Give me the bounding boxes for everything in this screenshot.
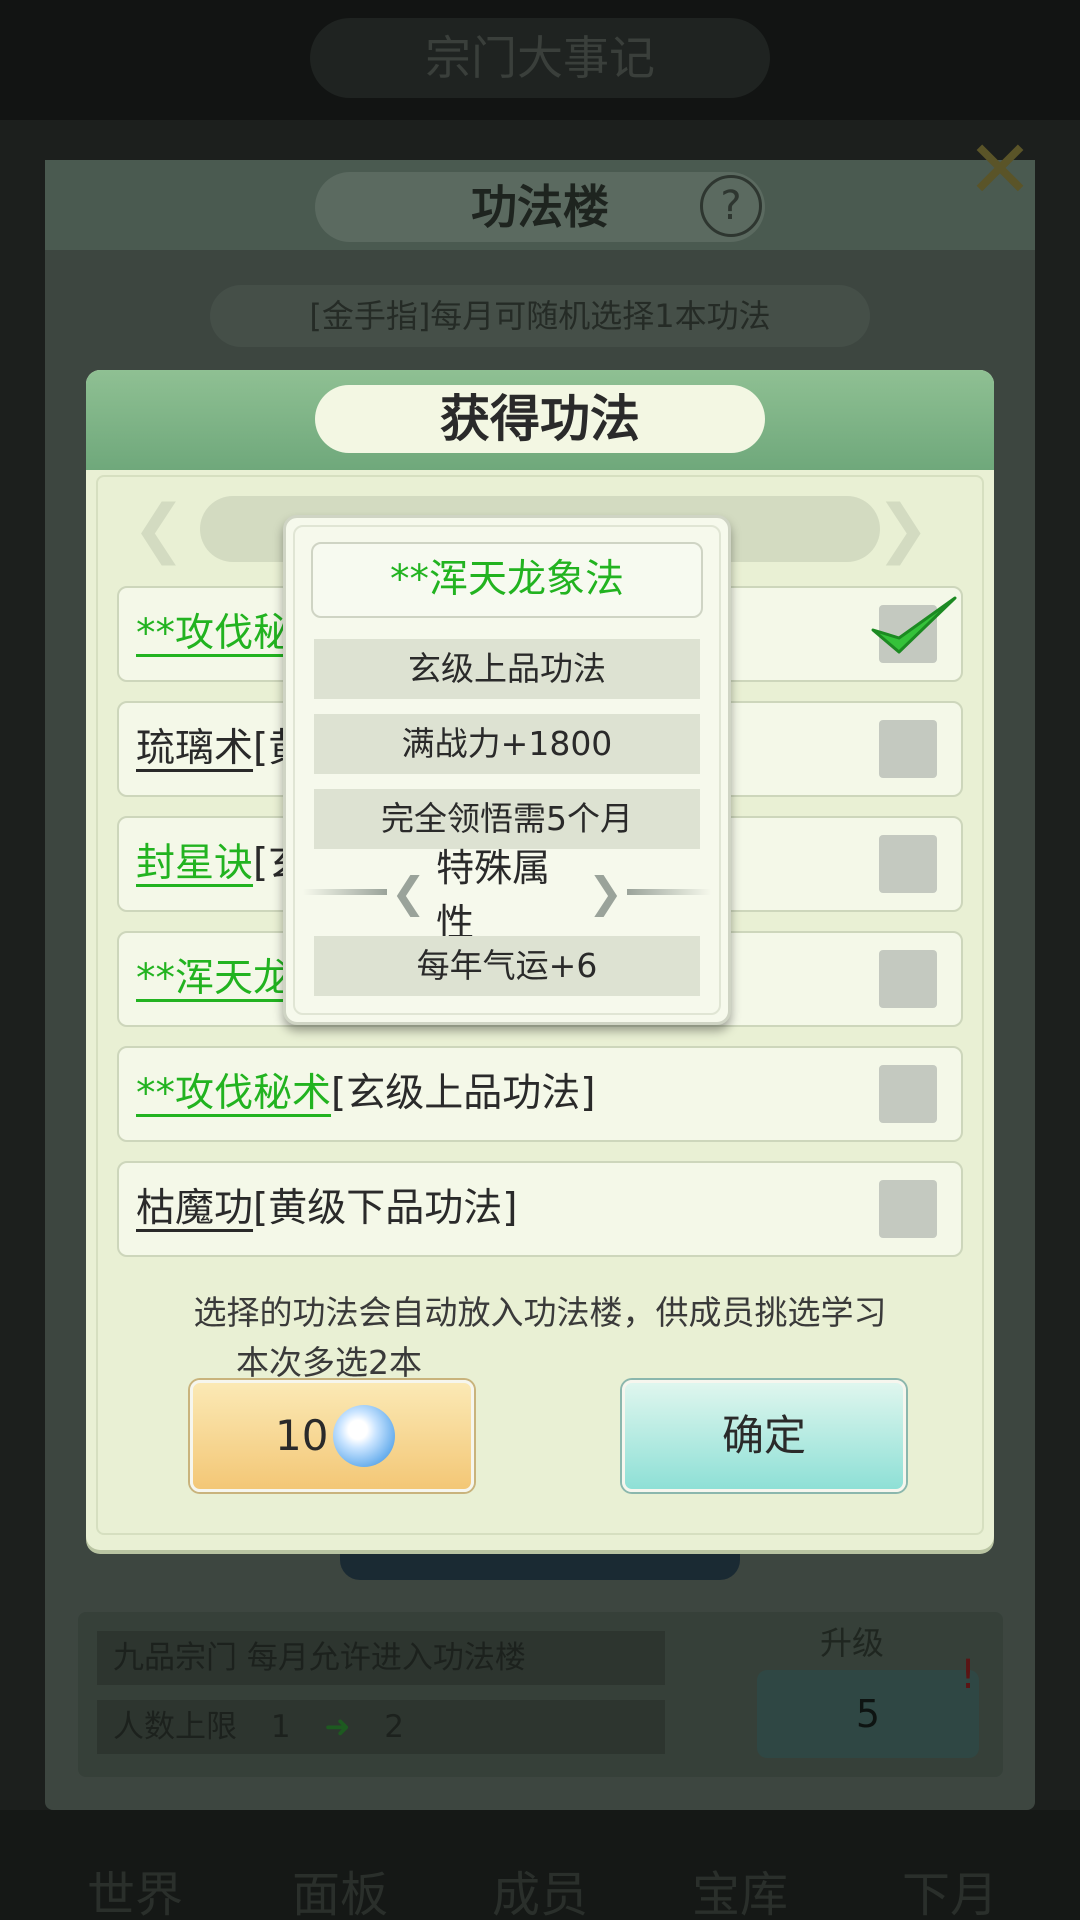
- upgrade-label: 升级: [820, 1624, 885, 1662]
- golden-finger-banner: [金手指]每月可随机选择1本功法: [210, 285, 870, 347]
- bracket-left-icon: ❮: [390, 867, 427, 917]
- upgrade-cost: 5: [855, 1692, 881, 1736]
- technique-checkbox[interactable]: [879, 1065, 937, 1123]
- technique-name: **浑天龙: [136, 956, 293, 1001]
- banner-wing-right-icon: ❯: [876, 492, 930, 566]
- popup-technique-name: **浑天龙象法: [311, 542, 703, 618]
- technique-grade: [黄级下品功法]: [253, 1186, 518, 1231]
- nav-treasury[interactable]: 宝库: [640, 1855, 840, 1920]
- event-log-title-text: 宗门大事记: [425, 31, 655, 85]
- popup-grade: 玄级上品功法: [314, 639, 700, 699]
- nav-panel[interactable]: 面板: [240, 1855, 440, 1920]
- extra-pick-button[interactable]: 10: [190, 1380, 474, 1492]
- capacity-to: 2: [384, 1709, 405, 1745]
- special-attr-divider: ❮ 特殊属性 ❯: [303, 846, 711, 945]
- event-log-title[interactable]: 宗门大事记: [310, 18, 770, 98]
- multi-select-count: 本次多选2本: [236, 1343, 422, 1382]
- bracket-right-icon: ❯: [587, 867, 624, 917]
- confirm-button[interactable]: 确定: [622, 1380, 906, 1492]
- dialog-title: 获得功法: [315, 385, 765, 453]
- popup-special-attr: 每年气运+6: [314, 936, 700, 996]
- nav-world[interactable]: 世界: [35, 1855, 235, 1920]
- upgrade-button[interactable]: 5: [757, 1670, 979, 1758]
- capacity-label: 人数上限: [113, 1709, 237, 1745]
- technique-name: 琉璃术: [136, 726, 254, 771]
- library-panel-title: 功法楼: [315, 172, 765, 242]
- technique-checkbox[interactable]: [879, 720, 937, 778]
- spirit-stone-icon: [333, 1405, 395, 1467]
- technique-checkbox[interactable]: [879, 835, 937, 893]
- special-attr-title: 特殊属性: [436, 846, 551, 945]
- technique-checkbox[interactable]: [879, 950, 937, 1008]
- technique-name: **攻伐秘术: [136, 1071, 332, 1116]
- banner-wing-left-icon: ❮: [132, 492, 186, 566]
- nav-next-month[interactable]: 下月: [850, 1855, 1050, 1920]
- technique-name: **攻伐秘: [136, 611, 293, 656]
- divider-right-line: [627, 889, 711, 895]
- nav-members[interactable]: 成员: [440, 1855, 640, 1920]
- popup-power: 满战力+1800: [314, 714, 700, 774]
- extra-pick-cost: 10: [275, 1411, 329, 1460]
- arrow-right-icon: ➜: [324, 1709, 351, 1745]
- close-icon[interactable]: ✕: [960, 130, 1040, 210]
- technique-name: 枯魔功: [136, 1186, 254, 1231]
- technique-row[interactable]: **攻伐秘术[玄级上品功法]: [117, 1046, 963, 1142]
- capacity-from: 1: [270, 1709, 291, 1745]
- technique-row[interactable]: 枯魔功[黄级下品功法]: [117, 1161, 963, 1257]
- checkmark-icon: [871, 596, 957, 654]
- capacity-row: 人数上限 1 ➜ 2: [97, 1700, 665, 1754]
- technique-name: 封星诀: [136, 841, 254, 886]
- selection-hint: 选择的功法会自动放入功法楼，供成员挑选学习: [193, 1293, 887, 1332]
- technique-grade: [玄级上品功法]: [331, 1071, 596, 1116]
- alert-icon: !: [960, 1652, 977, 1698]
- divider-left-line: [303, 889, 387, 895]
- sect-rank-row: 九品宗门 每月允许进入功法楼: [97, 1631, 665, 1685]
- help-icon[interactable]: ?: [700, 175, 762, 237]
- technique-checkbox[interactable]: [879, 1180, 937, 1238]
